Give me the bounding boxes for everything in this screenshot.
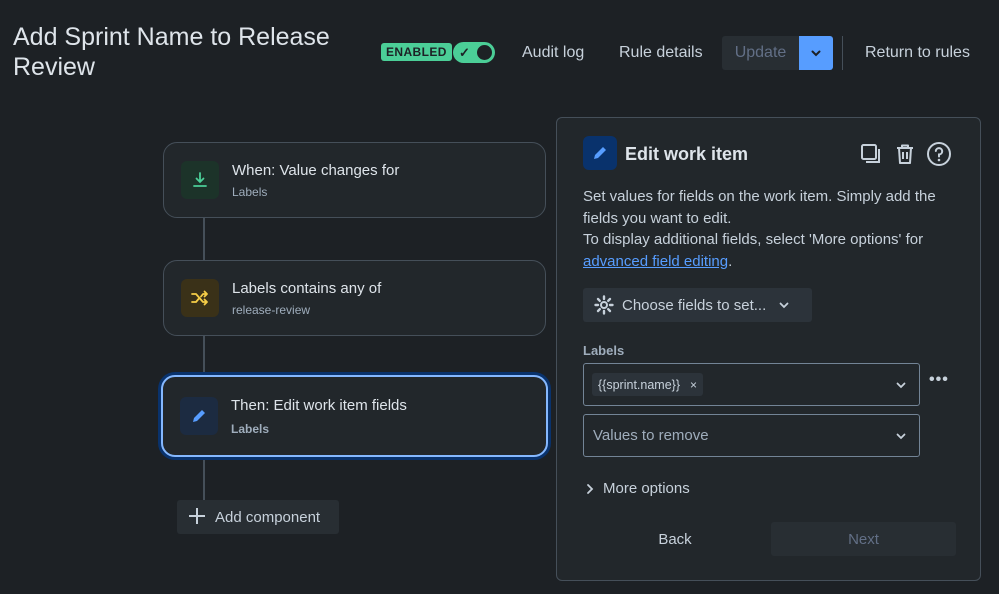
trigger-card[interactable]: When: Value changes for Labels [163, 142, 546, 218]
next-button[interactable]: Next [771, 522, 956, 556]
flow-connector [203, 217, 205, 260]
description-text: To display additional fields, select 'Mo… [583, 231, 924, 248]
labels-select[interactable]: {{sprint.name}} × [583, 363, 920, 406]
check-icon: ✓ [459, 45, 470, 60]
update-dropdown-button[interactable] [799, 36, 833, 70]
more-options-label: More options [603, 480, 690, 497]
flow-connector [203, 459, 205, 500]
plus-icon [187, 506, 207, 529]
more-actions-icon[interactable]: ••• [929, 371, 949, 389]
action-title: Then: Edit work item fields [231, 397, 407, 414]
condition-subtitle: release-review [232, 303, 311, 317]
action-subtitle: Labels [231, 422, 270, 436]
duplicate-icon [861, 144, 880, 163]
page-title: Add Sprint Name to Release Review [13, 23, 330, 81]
values-to-remove-select[interactable]: Values to remove [583, 414, 920, 457]
rule-details-link[interactable]: Rule details [619, 36, 703, 70]
label-tag-text: {{sprint.name}} [598, 377, 681, 392]
more-options-toggle[interactable]: More options [585, 480, 690, 497]
choose-fields-label: Choose fields to set... [622, 296, 767, 314]
download-icon [181, 161, 219, 199]
shuffle-icon [181, 279, 219, 317]
values-to-remove-placeholder: Values to remove [593, 427, 709, 444]
pencil-icon [583, 136, 617, 170]
back-button[interactable]: Back [583, 522, 767, 556]
add-component-label: Add component [215, 508, 321, 526]
help-button[interactable] [925, 140, 953, 168]
flow-connector [203, 335, 205, 375]
toggle-knob [477, 45, 492, 60]
help-icon [927, 142, 951, 166]
add-component-button[interactable]: Add component [177, 500, 339, 534]
description-end: . [728, 252, 733, 270]
audit-log-link[interactable]: Audit log [522, 36, 584, 70]
trigger-subtitle: Labels [232, 185, 268, 199]
return-to-rules-link[interactable]: Return to rules [865, 36, 970, 70]
status-badge: ENABLED [381, 43, 452, 61]
chevron-down-icon[interactable] [895, 378, 907, 396]
header-divider [842, 36, 843, 70]
gear-icon [594, 295, 614, 315]
remove-tag-icon[interactable]: × [690, 378, 697, 392]
panel-title: Edit work item [625, 144, 749, 164]
enable-toggle[interactable]: ✓ [453, 42, 495, 63]
condition-card[interactable]: Labels contains any of release-review [163, 260, 546, 336]
label-tag: {{sprint.name}} × [592, 373, 704, 396]
advanced-field-editing-link[interactable]: advanced field editing [583, 253, 728, 270]
panel-description: Set values for fields on the work item. … [583, 186, 963, 272]
delete-button[interactable] [891, 140, 919, 168]
trash-icon [897, 144, 913, 164]
edit-work-item-panel: Edit work item Set values for fields on … [556, 117, 981, 581]
description-text: Set values for fields on the work item. … [583, 188, 936, 227]
action-card[interactable]: Then: Edit work item fields Labels [161, 375, 548, 457]
trigger-title: When: Value changes for [232, 162, 400, 179]
labels-field-label: Labels [583, 343, 625, 358]
duplicate-button[interactable] [857, 140, 885, 168]
update-button[interactable]: Update [722, 36, 799, 70]
condition-title: Labels contains any of [232, 280, 382, 297]
chevron-down-icon [811, 50, 821, 57]
choose-fields-button[interactable]: Choose fields to set... [583, 288, 812, 322]
pencil-icon [180, 397, 218, 435]
chevron-right-icon [585, 483, 595, 495]
chevron-down-icon[interactable] [895, 429, 907, 447]
chevron-down-icon [778, 299, 790, 311]
